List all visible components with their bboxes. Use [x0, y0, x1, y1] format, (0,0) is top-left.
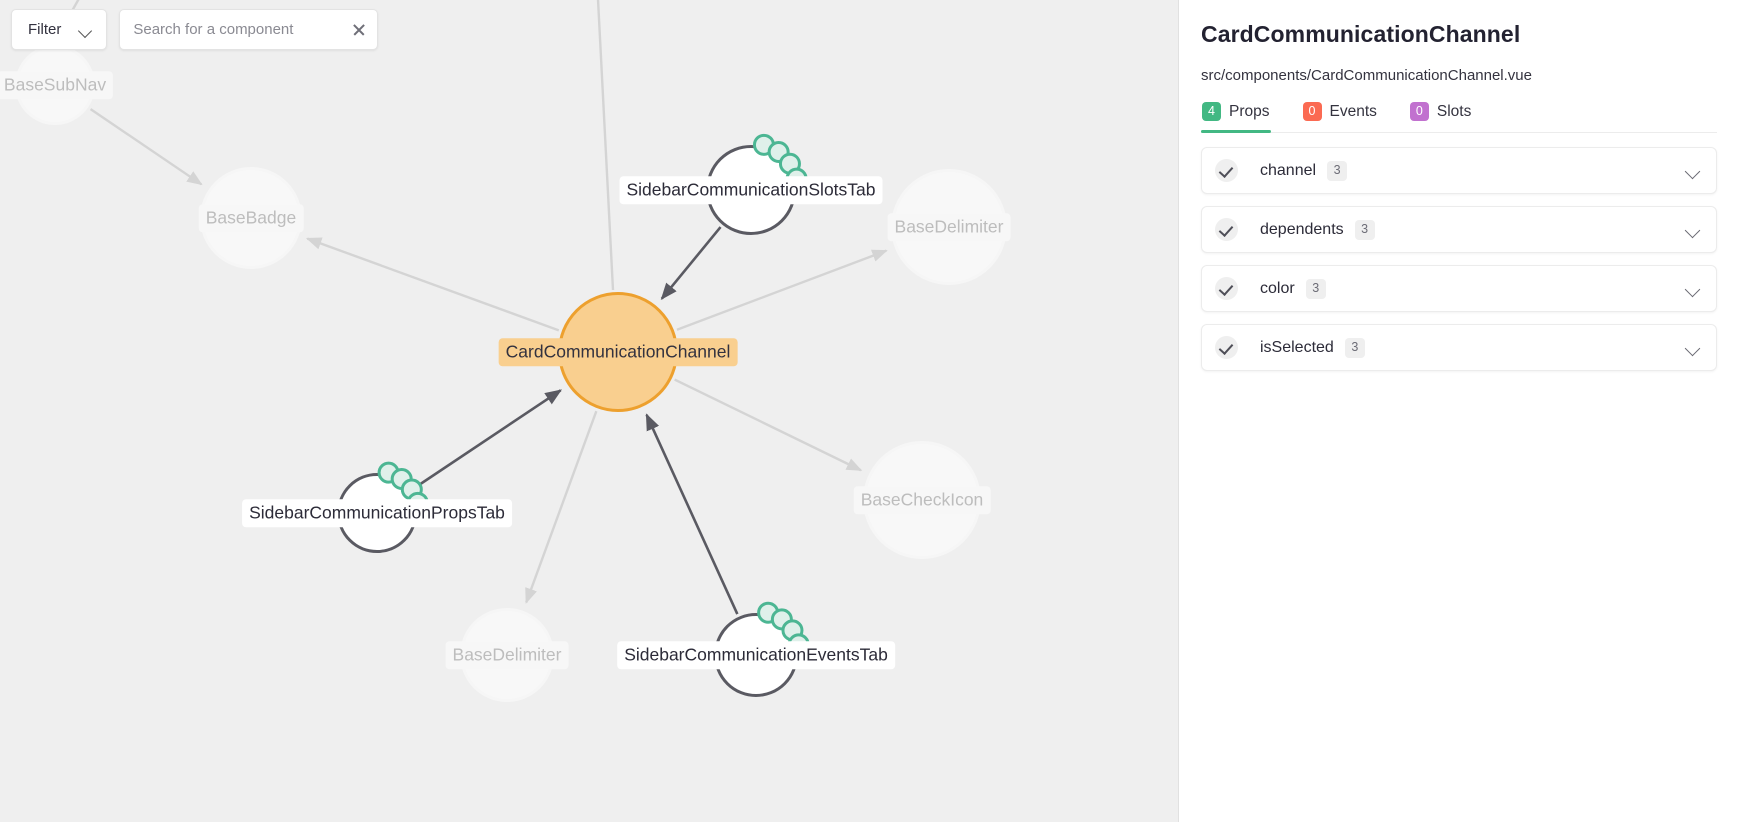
graph-edge — [596, 0, 615, 291]
tab-active-indicator — [1409, 130, 1472, 133]
chevron-down-icon[interactable] — [1685, 225, 1700, 234]
tab-active-indicator — [1302, 130, 1378, 133]
graph-node[interactable]: SidebarCommunicationPropsTab — [242, 461, 512, 553]
tab-label: Slots — [1436, 102, 1472, 120]
chevron-down-icon[interactable] — [1685, 343, 1700, 352]
node-label: BaseDelimiter — [445, 641, 569, 669]
prop-name: channel — [1260, 161, 1317, 179]
tab-count-badge: 0 — [1302, 102, 1322, 122]
prop-row[interactable]: isSelected 3 — [1201, 324, 1717, 372]
graph-node[interactable]: BaseSubNav — [0, 45, 114, 125]
details-tabs: 4 Props 0 Events 0 Slots — [1201, 102, 1717, 134]
graph-node[interactable]: BaseDelimiter — [887, 169, 1011, 285]
tab-label: Props — [1229, 102, 1270, 120]
graph-node[interactable]: BaseDelimiter — [445, 608, 569, 702]
chevron-down-icon — [79, 26, 92, 34]
component-file-path: src/components/CardCommunicationChannel.… — [1201, 67, 1532, 85]
node-label: BaseBadge — [198, 204, 304, 232]
tab-events[interactable]: 0 Events — [1302, 102, 1378, 132]
graph-edge — [674, 378, 863, 472]
prop-name: color — [1260, 279, 1295, 297]
graph-node[interactable]: BaseBadge — [198, 167, 304, 269]
canvas-toolbar: Filter — [11, 9, 379, 50]
props-list: channel 3 dependents 3 color 3 isSelected 3 — [1201, 147, 1717, 372]
tab-count-badge: 4 — [1202, 102, 1221, 122]
prop-count-badge: 3 — [1354, 219, 1375, 240]
prop-row[interactable]: channel 3 — [1201, 147, 1717, 195]
node-label: BaseSubNav — [0, 71, 114, 99]
prop-name: isSelected — [1260, 338, 1334, 356]
check-icon[interactable] — [1215, 336, 1238, 360]
filter-dropdown-button[interactable]: Filter — [11, 9, 108, 50]
graph-node[interactable]: SidebarCommunicationEventsTab — [617, 601, 895, 697]
graph-edge — [645, 413, 739, 615]
check-icon[interactable] — [1215, 277, 1238, 301]
prop-count-badge: 3 — [1344, 337, 1365, 358]
node-label: SidebarCommunicationSlotsTab — [619, 176, 883, 204]
search-input[interactable] — [120, 21, 378, 38]
search-field-wrapper[interactable] — [119, 9, 379, 50]
graph-node[interactable]: BaseCheckIcon — [853, 441, 991, 559]
check-icon[interactable] — [1215, 159, 1238, 183]
node-label: BaseDelimiter — [887, 213, 1011, 241]
chevron-down-icon[interactable] — [1685, 166, 1700, 175]
graph-node[interactable]: SidebarCommunicationSlotsTab — [619, 133, 883, 235]
details-panel: CardCommunicationChannel src/components/… — [1178, 0, 1739, 822]
chevron-down-icon[interactable] — [1685, 284, 1700, 293]
graph-edge — [89, 108, 203, 186]
component-graph-app: BaseSubNav BaseBadge SidebarCommunicationS… — [0, 0, 1739, 822]
node-label: BaseCheckIcon — [853, 486, 991, 514]
tab-label: Events — [1329, 102, 1377, 120]
node-label: SidebarCommunicationEventsTab — [617, 641, 895, 669]
filter-label: Filter — [28, 21, 62, 38]
prop-row[interactable]: dependents 3 — [1201, 206, 1717, 254]
graph-edge — [525, 410, 598, 604]
close-icon[interactable] — [350, 21, 368, 39]
tab-props[interactable]: 4 Props — [1201, 102, 1271, 134]
prop-name: dependents — [1260, 220, 1344, 238]
graph-edge — [676, 249, 888, 331]
page-title: CardCommunicationChannel — [1201, 21, 1521, 47]
prop-row[interactable]: color 3 — [1201, 265, 1717, 313]
node-label: SidebarCommunicationPropsTab — [242, 499, 512, 527]
graph-edge — [305, 237, 560, 332]
graph-canvas[interactable]: BaseSubNav BaseBadge SidebarCommunicationS… — [0, 0, 1178, 822]
prop-count-badge: 3 — [1327, 160, 1348, 181]
tab-slots[interactable]: 0 Slots — [1409, 102, 1472, 132]
prop-count-badge: 3 — [1305, 278, 1326, 299]
node-label: CardCommunicationChannel — [498, 338, 738, 366]
tab-active-indicator — [1201, 130, 1271, 134]
check-icon[interactable] — [1215, 218, 1238, 242]
tab-count-badge: 0 — [1409, 102, 1429, 122]
graph-node[interactable]: CardCommunicationChannel — [498, 292, 738, 412]
